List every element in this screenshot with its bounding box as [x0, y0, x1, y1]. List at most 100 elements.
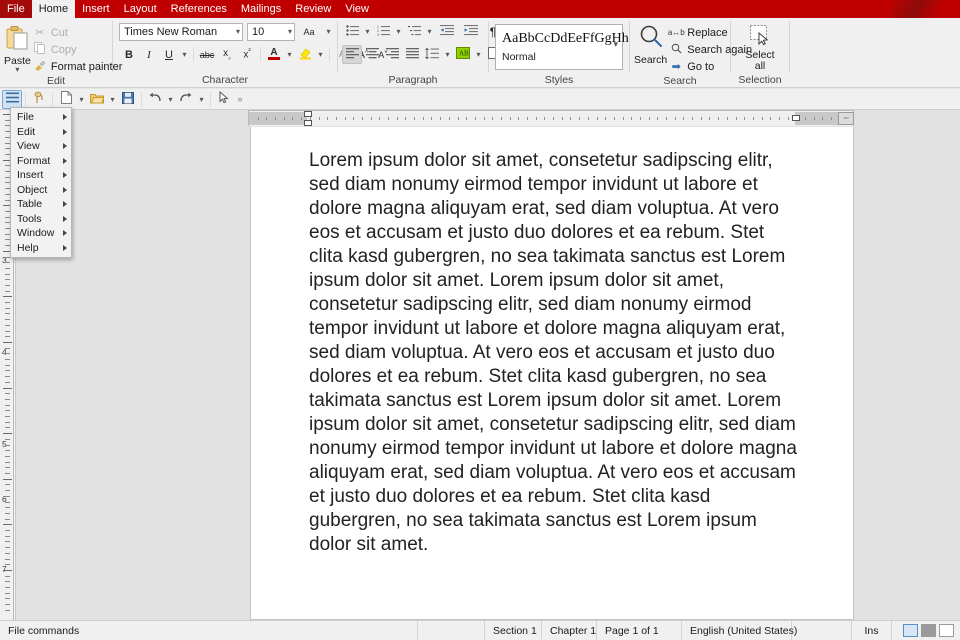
highlight-chevron-down-icon[interactable]: ▾ — [315, 45, 326, 64]
undo-chevron-down-icon[interactable]: ▾ — [165, 90, 176, 109]
copy-button[interactable]: Copy — [31, 41, 123, 58]
chevron-down-icon[interactable]: ▾ — [285, 27, 292, 36]
status-signature[interactable] — [792, 620, 852, 640]
single-page-view-icon[interactable] — [903, 624, 918, 637]
menu-item-view[interactable]: View — [11, 139, 71, 154]
line-spacing-chevron-down-icon[interactable]: ▾ — [442, 45, 453, 64]
align-right-button[interactable] — [382, 45, 402, 64]
ruler-corner-button[interactable]: ▫▫ — [838, 112, 854, 125]
right-indent-marker[interactable] — [792, 115, 800, 121]
search-button[interactable]: Search — [634, 22, 667, 66]
align-left-button[interactable] — [342, 45, 362, 64]
hamburger-dropdown-menu[interactable]: File Edit View Format Insert Object Tabl… — [10, 107, 72, 258]
undo-button[interactable] — [145, 90, 165, 109]
redo-icon — [179, 92, 193, 106]
left-indent-marker[interactable] — [304, 120, 312, 126]
new-document-chevron-down-icon[interactable]: ▾ — [76, 90, 87, 109]
change-case-chevron-down-icon[interactable]: ▾ — [323, 22, 334, 41]
tab-file[interactable]: File — [0, 0, 32, 18]
style-gallery-chevron-down-icon[interactable]: ▾ — [613, 39, 618, 50]
paragraph-shading-button[interactable]: AB — [453, 45, 473, 64]
menu-item-table[interactable]: Table — [11, 197, 71, 212]
menu-item-window[interactable]: Window — [11, 226, 71, 241]
vruler-tick — [5, 445, 10, 446]
submenu-arrow-icon — [63, 114, 67, 121]
style-gallery[interactable]: AaBbCcDdEeFfGgHh Normal ▾ — [495, 24, 629, 70]
strikethrough-button[interactable]: abc — [197, 45, 217, 64]
tab-references[interactable]: References — [164, 0, 234, 18]
paste-button[interactable]: Paste ▾ — [4, 22, 31, 74]
paste-chevron-down-icon[interactable]: ▾ — [15, 66, 19, 74]
tab-review[interactable]: Review — [288, 0, 338, 18]
align-justify-button[interactable] — [402, 45, 422, 64]
multi-page-view-icon[interactable] — [921, 624, 936, 637]
status-section[interactable]: Section 1 — [485, 620, 542, 640]
tab-view[interactable]: View — [338, 0, 376, 18]
menu-item-tools[interactable]: Tools — [11, 212, 71, 227]
menu-item-help[interactable]: Help — [11, 241, 71, 256]
hruler-tick — [709, 117, 711, 120]
line-spacing-button[interactable] — [422, 45, 442, 64]
redo-button[interactable] — [176, 90, 196, 109]
cursor-tool-button[interactable] — [214, 90, 234, 109]
vruler-tick — [5, 291, 10, 292]
chevron-down-icon[interactable]: ▾ — [233, 27, 240, 36]
numbered-list-chevron-down-icon[interactable]: ▾ — [393, 22, 404, 41]
clone-formatting-button[interactable] — [29, 90, 49, 109]
book-view-icon[interactable] — [939, 624, 954, 637]
menu-item-edit[interactable]: Edit — [11, 125, 71, 140]
subscript-button[interactable]: x₂ — [217, 45, 237, 64]
document-text[interactable]: Lorem ipsum dolor sit amet, consetetur s… — [309, 149, 799, 557]
paragraph-shading-chevron-down-icon[interactable]: ▾ — [473, 45, 484, 64]
hruler-tick — [344, 117, 346, 120]
italic-button[interactable]: I — [139, 45, 159, 64]
status-insert-mode[interactable]: Ins — [852, 620, 892, 640]
open-file-chevron-down-icon[interactable]: ▾ — [107, 90, 118, 109]
style-name: Normal — [502, 51, 536, 63]
superscript-button[interactable]: x² — [237, 45, 257, 64]
tab-layout[interactable]: Layout — [117, 0, 164, 18]
new-document-button[interactable] — [56, 90, 76, 109]
hruler-tick — [388, 117, 389, 120]
tab-home[interactable]: Home — [31, 0, 76, 18]
font-color-chevron-down-icon[interactable]: ▾ — [284, 45, 295, 64]
tab-mailings[interactable]: Mailings — [234, 0, 288, 18]
first-line-indent-marker[interactable] — [304, 111, 312, 117]
hamburger-menu-button[interactable] — [2, 89, 22, 109]
bold-button[interactable]: B — [119, 45, 139, 64]
cut-button[interactable]: ✂ Cut — [31, 24, 123, 41]
change-case-button[interactable]: Aa — [299, 22, 319, 41]
numbered-list-button[interactable]: 123 — [373, 22, 393, 41]
underline-chevron-down-icon[interactable]: ▾ — [179, 45, 190, 64]
menu-item-object[interactable]: Object — [11, 183, 71, 198]
open-file-button[interactable] — [87, 90, 107, 109]
vruler-tick — [5, 587, 10, 588]
document-page[interactable]: Lorem ipsum dolor sit amet, consetetur s… — [250, 127, 854, 620]
toolbar-overflow-button[interactable]: » — [234, 90, 246, 109]
menu-item-file[interactable]: File — [11, 110, 71, 125]
outline-list-button[interactable] — [404, 22, 424, 41]
decrease-indent-button[interactable] — [435, 22, 459, 41]
font-name-combo[interactable]: Times New Roman ▾ — [119, 22, 243, 41]
align-center-button[interactable] — [362, 45, 382, 64]
status-page[interactable]: Page 1 of 1 — [597, 620, 682, 640]
select-all-button[interactable]: Select all — [737, 22, 783, 72]
horizontal-ruler[interactable] — [248, 110, 854, 126]
menu-item-format[interactable]: Format — [11, 154, 71, 169]
increase-indent-button[interactable] — [459, 22, 483, 41]
font-size-combo[interactable]: 10 ▾ — [247, 22, 295, 41]
status-chapter[interactable]: Chapter 1 — [542, 620, 597, 640]
bullet-list-chevron-down-icon[interactable]: ▾ — [362, 22, 373, 41]
tab-insert[interactable]: Insert — [75, 0, 117, 18]
menu-item-insert[interactable]: Insert — [11, 168, 71, 183]
underline-button[interactable]: U — [159, 45, 179, 64]
format-painter-button[interactable]: Format painter — [31, 58, 122, 75]
status-language[interactable]: English (United States) — [682, 620, 797, 640]
bullet-list-button[interactable] — [342, 22, 362, 41]
outline-list-chevron-down-icon[interactable]: ▾ — [424, 22, 435, 41]
save-button[interactable] — [118, 90, 138, 109]
vruler-tick — [5, 410, 10, 411]
highlight-button[interactable] — [295, 45, 315, 64]
redo-chevron-down-icon[interactable]: ▾ — [196, 90, 207, 109]
font-color-button[interactable]: A — [264, 45, 284, 64]
